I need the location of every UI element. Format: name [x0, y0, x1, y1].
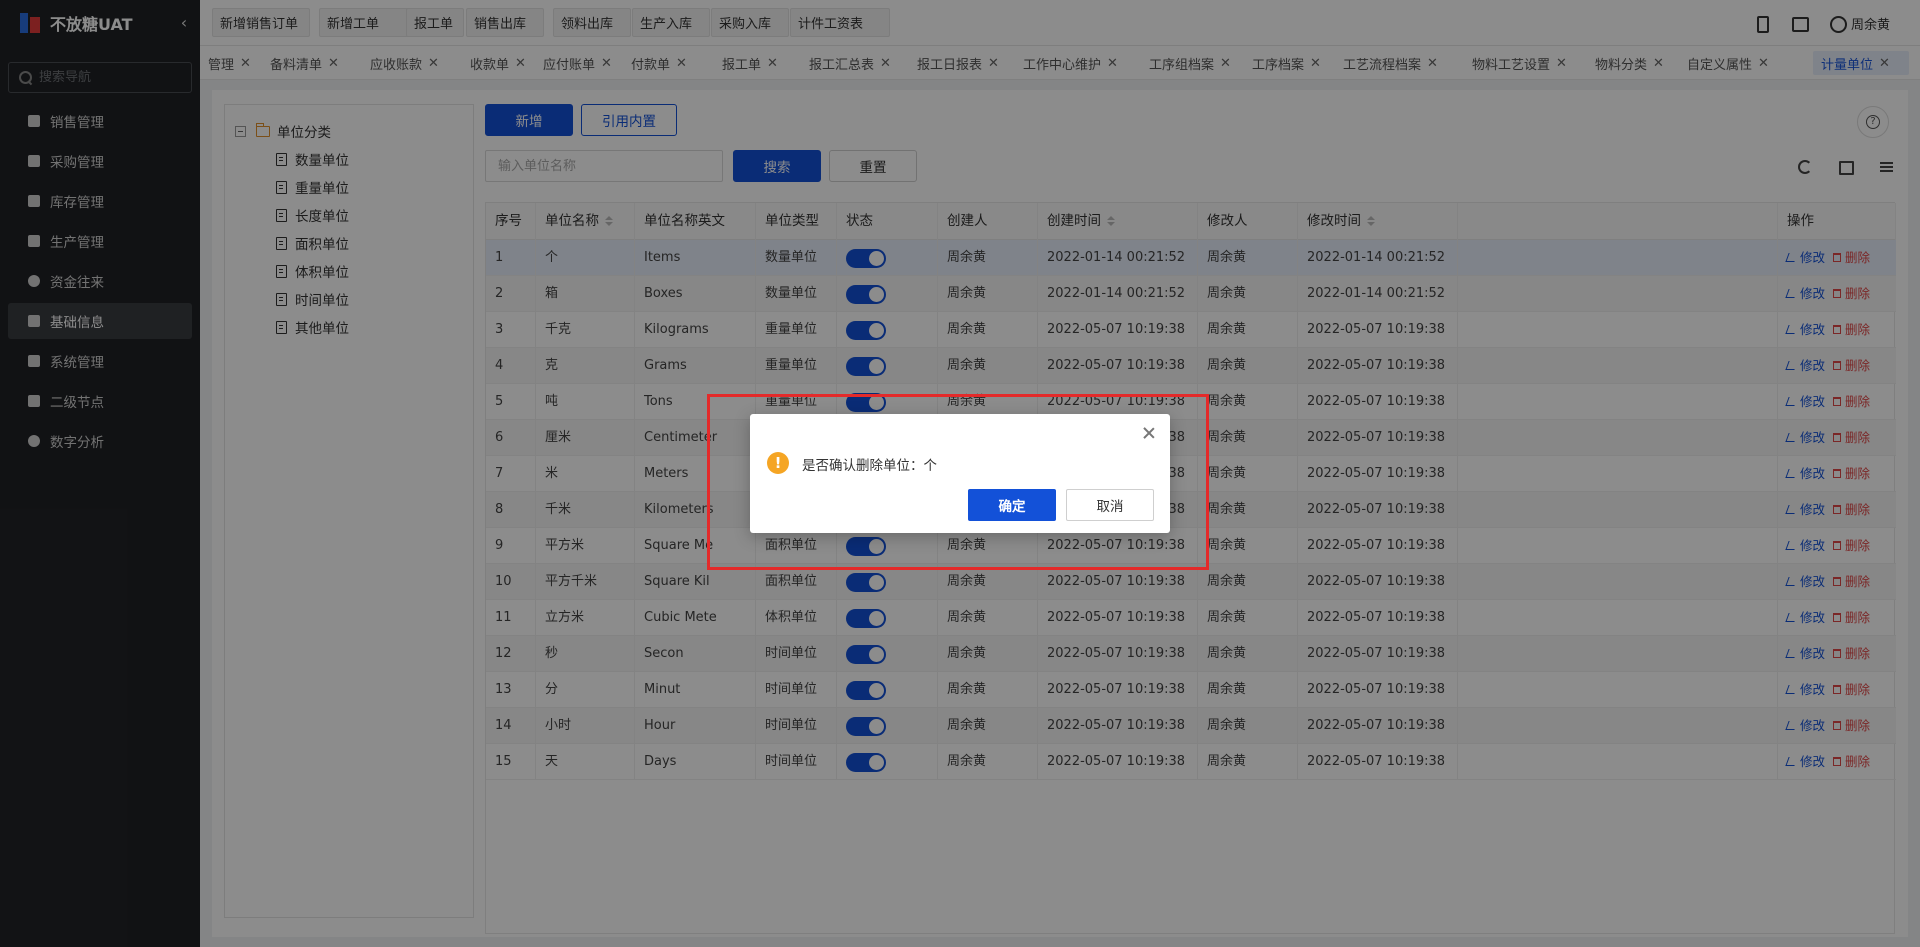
cancel-button[interactable]: 取消: [1066, 489, 1154, 521]
dialog-message: 是否确认删除单位：个: [802, 458, 937, 474]
warning-icon: !: [767, 452, 789, 474]
confirm-delete-dialog: ! 是否确认删除单位：个 确定 取消: [750, 414, 1170, 533]
close-icon[interactable]: [1142, 426, 1156, 440]
confirm-button[interactable]: 确定: [968, 489, 1056, 521]
